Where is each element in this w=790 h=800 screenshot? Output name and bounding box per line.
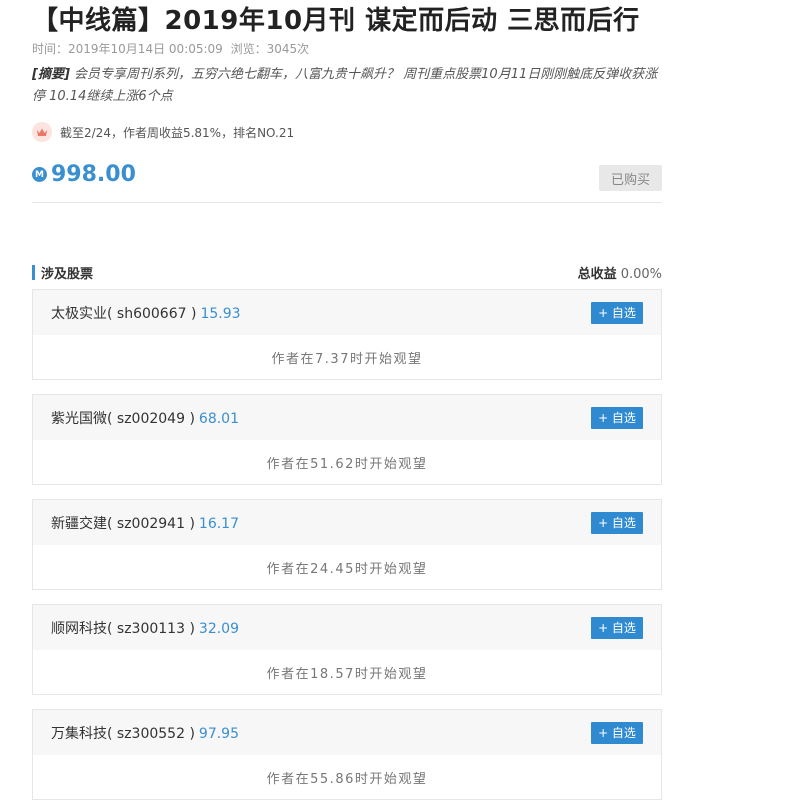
rank-text: 截至2/24，作者周收益5.81%，排名NO.21 xyxy=(60,125,295,140)
author-rank: 截至2/24，作者周收益5.81%，排名NO.21 xyxy=(32,121,294,143)
divider xyxy=(32,202,662,203)
stock-price: 16.17 xyxy=(198,515,240,532)
stock-note: 作者在18.57时开始观望 xyxy=(266,666,428,682)
stock-card: 太极实业( sh600667 ) 15.93 + 自选 作者在7.37时开始观望 xyxy=(32,289,662,380)
stock-name[interactable]: 万集科技( sz300552 ) xyxy=(51,726,195,742)
article-summary: [摘要] 会员专享周刊系列，五穷六绝七翻车，八富九贵十飙升？ 周刊重点股票10月… xyxy=(32,64,662,108)
summary-text: 会员专享周刊系列，五穷六绝七翻车，八富九贵十飙升？ 周刊重点股票10月11日刚刚… xyxy=(32,67,658,104)
purchased-button[interactable]: 已购买 xyxy=(599,165,662,191)
add-watchlist-button[interactable]: + 自选 xyxy=(591,616,643,639)
total-return: 总收益 0.00% xyxy=(578,263,662,282)
stock-note: 作者在24.45时开始观望 xyxy=(266,561,428,577)
stock-note: 作者在51.62时开始观望 xyxy=(266,456,428,472)
publish-time: 时间：2019年10月14日 00:05:09 xyxy=(32,42,223,56)
stock-list: 太极实业( sh600667 ) 15.93 + 自选 作者在7.37时开始观望 … xyxy=(32,289,662,800)
price-block: M 998.00 xyxy=(32,162,136,187)
stock-card: 万集科技( sz300552 ) 97.95 + 自选 作者在55.86时开始观望 xyxy=(32,709,662,800)
stock-card: 新疆交建( sz002941 ) 16.17 + 自选 作者在24.45时开始观望 xyxy=(32,499,662,590)
article-title: 【中线篇】2019年10月刊 谋定而后动 三思而后行 xyxy=(32,6,640,36)
stock-note: 作者在7.37时开始观望 xyxy=(271,351,423,367)
stock-card: 顺网科技( sz300113 ) 32.09 + 自选 作者在18.57时开始观望 xyxy=(32,604,662,695)
stock-price: 68.01 xyxy=(198,410,240,427)
total-return-value: 0.00% xyxy=(620,266,662,282)
stock-note: 作者在55.86时开始观望 xyxy=(266,771,428,787)
add-watchlist-button[interactable]: + 自选 xyxy=(591,301,643,324)
stock-name[interactable]: 新疆交建( sz002941 ) xyxy=(51,516,195,532)
section-marker xyxy=(32,264,35,280)
stock-name[interactable]: 顺网科技( sz300113 ) xyxy=(51,621,195,637)
summary-tag: [摘要] xyxy=(32,67,70,82)
view-count: 浏览：3045次 xyxy=(230,42,310,56)
stock-name[interactable]: 太极实业( sh600667 ) xyxy=(51,306,196,322)
price-value: 998.00 xyxy=(51,162,136,187)
stock-price: 15.93 xyxy=(200,305,241,322)
section-title: 涉及股票 xyxy=(41,266,94,282)
crown-icon xyxy=(32,122,52,142)
article-meta: 时间：2019年10月14日 00:05:09 浏览：3045次 xyxy=(32,40,313,57)
add-watchlist-button[interactable]: + 自选 xyxy=(591,721,643,744)
stock-price: 97.95 xyxy=(198,725,240,742)
total-return-label: 总收益 xyxy=(577,266,617,282)
coin-icon: M xyxy=(32,167,47,182)
stock-price: 32.09 xyxy=(198,620,240,637)
stock-name[interactable]: 紫光国微( sz002049 ) xyxy=(51,411,195,427)
add-watchlist-button[interactable]: + 自选 xyxy=(591,406,643,429)
add-watchlist-button[interactable]: + 自选 xyxy=(591,511,643,534)
stock-card: 紫光国微( sz002049 ) 68.01 + 自选 作者在51.62时开始观望 xyxy=(32,394,662,485)
stocks-section-header: 涉及股票 总收益 0.00% xyxy=(32,263,662,282)
